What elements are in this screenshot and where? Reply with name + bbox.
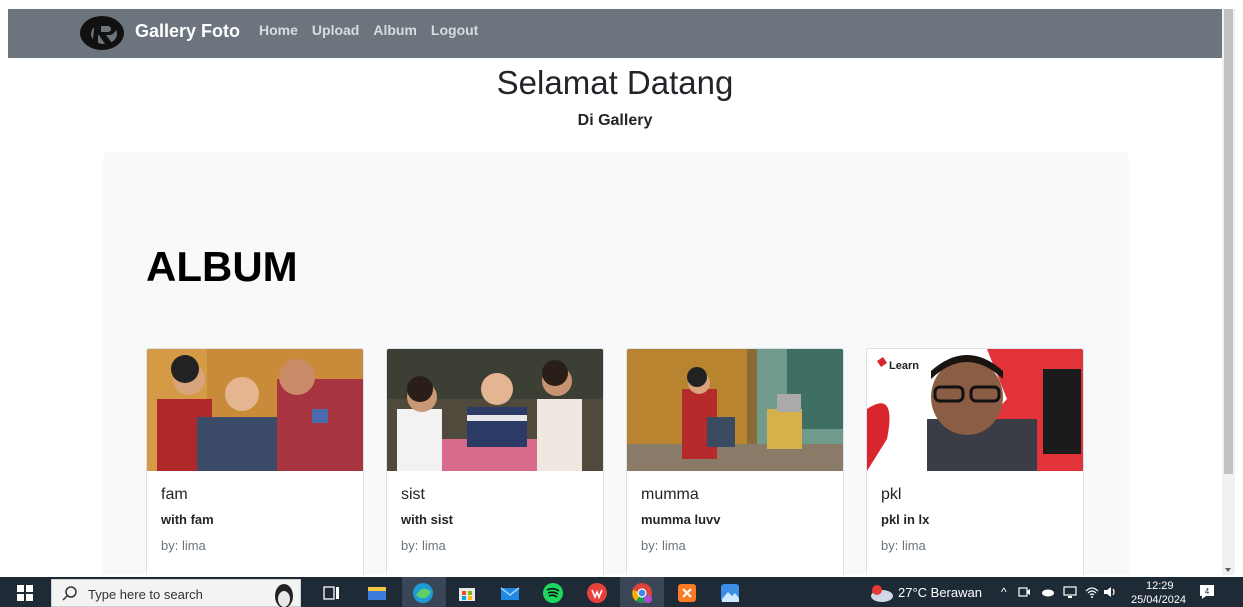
page-title: Selamat Datang — [496, 64, 734, 101]
card-title: pkl — [881, 486, 902, 503]
taskbar-search-box[interactable]: Type here to search — [51, 579, 301, 607]
search-highlight-icon — [275, 584, 293, 607]
card-title: mumma — [641, 486, 699, 503]
edge-browser-icon[interactable] — [412, 582, 434, 604]
search-placeholder: Type here to search — [88, 587, 203, 602]
clock-time[interactable]: 12:29 — [1146, 580, 1174, 592]
notification-center-icon[interactable]: 4 — [1198, 583, 1216, 601]
nav-home[interactable]: Home — [259, 21, 298, 39]
task-view-icon[interactable] — [321, 582, 343, 604]
card-description: mumma luvv — [641, 512, 721, 527]
nav-links: Home Upload Album Logout — [259, 21, 478, 39]
clock-date[interactable]: 25/04/2024 — [1131, 594, 1186, 606]
card-title: sist — [401, 486, 425, 503]
windows-start-icon[interactable] — [17, 585, 33, 601]
screen: Gallery Foto Home Upload Album Logout Se… — [0, 0, 1243, 607]
album-card: Learn pkl pkl in lx by: lima — [866, 348, 1084, 575]
tray-display-icon[interactable] — [1063, 585, 1077, 599]
card-author: by: lima — [641, 538, 686, 553]
album-section: ALBUM fam with fam by: lima sist with si… — [103, 152, 1129, 575]
album-card-list: fam with fam by: lima sist with sist by:… — [146, 348, 1084, 575]
album-photo[interactable] — [627, 349, 844, 471]
photo-caption-learn: Learn — [889, 360, 919, 372]
brand-title[interactable]: Gallery Foto — [135, 20, 240, 42]
card-author: by: lima — [401, 538, 446, 553]
weather-icon[interactable] — [868, 582, 894, 604]
album-photo[interactable]: Learn — [867, 349, 1084, 471]
wps-office-icon[interactable] — [586, 582, 608, 604]
spotify-icon[interactable] — [542, 582, 564, 604]
scroll-down-arrow-icon[interactable] — [1225, 568, 1231, 572]
browser-viewport: Gallery Foto Home Upload Album Logout Se… — [8, 9, 1222, 575]
card-description: with sist — [401, 512, 454, 527]
wifi-icon[interactable] — [1085, 585, 1099, 599]
album-card: fam with fam by: lima — [146, 348, 364, 575]
microsoft-store-icon[interactable] — [456, 582, 478, 604]
file-explorer-icon[interactable] — [366, 582, 388, 604]
navbar: Gallery Foto Home Upload Album Logout — [8, 9, 1222, 58]
windows-taskbar: Type here to search 27°C Berawan ^ 12:29… — [0, 577, 1243, 607]
card-description: pkl in lx — [881, 512, 930, 527]
album-heading: ALBUM — [146, 243, 298, 290]
card-author: by: lima — [881, 538, 926, 553]
album-card: sist with sist by: lima — [386, 348, 604, 575]
page-subtitle: Di Gallery — [577, 112, 653, 129]
r-logo-icon[interactable] — [78, 13, 126, 53]
card-author: by: lima — [161, 538, 206, 553]
xampp-icon[interactable] — [676, 582, 698, 604]
album-photo[interactable] — [387, 349, 604, 471]
weather-status[interactable]: 27°C Berawan — [898, 585, 982, 601]
card-title: fam — [161, 486, 188, 503]
album-photo[interactable] — [147, 349, 364, 471]
search-icon — [62, 586, 77, 601]
photos-icon[interactable] — [719, 582, 741, 604]
notification-count: 4 — [1205, 587, 1210, 596]
volume-icon[interactable] — [1103, 585, 1117, 599]
tray-meet-icon[interactable] — [1017, 585, 1031, 599]
vertical-scrollbar[interactable] — [1222, 9, 1235, 575]
tray-overflow-chevron-icon[interactable]: ^ — [1001, 585, 1007, 599]
chrome-icon[interactable] — [631, 582, 653, 604]
tray-onedrive-icon[interactable] — [1041, 585, 1055, 599]
nav-logout[interactable]: Logout — [431, 21, 478, 39]
card-description: with fam — [161, 512, 214, 527]
mail-icon[interactable] — [499, 582, 521, 604]
nav-upload[interactable]: Upload — [312, 21, 359, 39]
nav-album[interactable]: Album — [373, 21, 417, 39]
album-card: mumma mumma luvv by: lima — [626, 348, 844, 575]
scrollbar-thumb[interactable] — [1224, 9, 1233, 474]
